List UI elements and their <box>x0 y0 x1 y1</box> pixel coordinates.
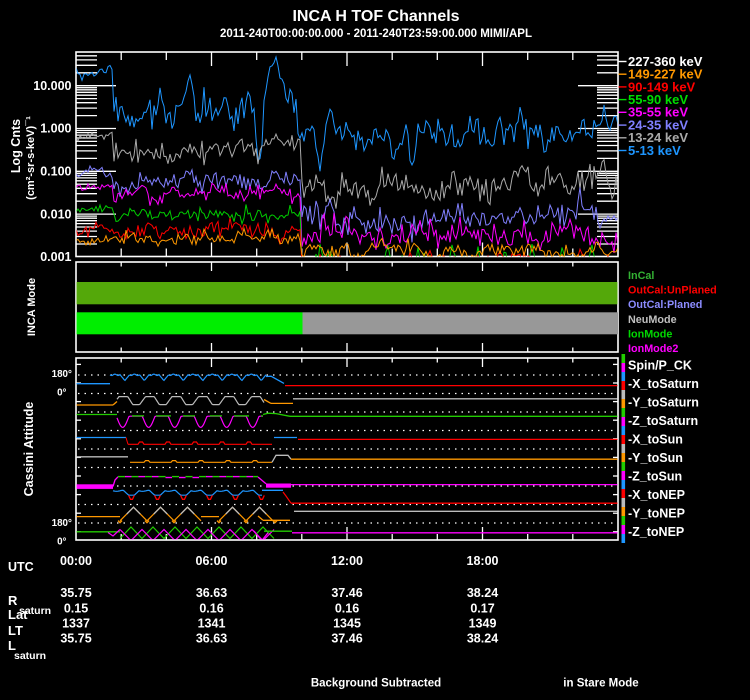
svg-text:-Y_toSun: -Y_toSun <box>628 451 683 465</box>
svg-text:-Y_toSaturn: -Y_toSaturn <box>628 395 699 409</box>
svg-text:OutCal:UnPlaned: OutCal:UnPlaned <box>628 285 717 297</box>
svg-text:0.16: 0.16 <box>199 601 223 615</box>
svg-text:1349: 1349 <box>469 616 497 630</box>
svg-text:0.010: 0.010 <box>40 207 71 221</box>
svg-text:IonMode2: IonMode2 <box>628 343 678 355</box>
svg-text:Lat: Lat <box>8 607 28 622</box>
svg-text:0.100: 0.100 <box>40 165 71 179</box>
svg-text:INCA H TOF Channels: INCA H TOF Channels <box>292 8 459 25</box>
svg-text:38.24: 38.24 <box>467 586 498 600</box>
svg-text:IonMode: IonMode <box>628 328 672 340</box>
svg-text:12:00: 12:00 <box>331 554 363 568</box>
svg-text:0.16: 0.16 <box>335 601 359 615</box>
svg-text:NeuMode: NeuMode <box>628 314 677 326</box>
svg-text:in Stare Mode: in Stare Mode <box>563 678 638 690</box>
svg-text:saturn: saturn <box>14 650 46 662</box>
svg-text:-Z_toNEP: -Z_toNEP <box>628 525 684 539</box>
svg-text:36.63: 36.63 <box>196 631 227 645</box>
svg-text:1345: 1345 <box>333 616 361 630</box>
svg-text:0.17: 0.17 <box>470 601 494 615</box>
svg-text:-Z_toSaturn: -Z_toSaturn <box>628 414 698 428</box>
svg-text:1337: 1337 <box>62 616 90 630</box>
svg-text:06:00: 06:00 <box>196 554 228 568</box>
svg-text:1341: 1341 <box>198 616 226 630</box>
svg-text:UTC: UTC <box>8 560 34 574</box>
svg-text:-Y_toNEP: -Y_toNEP <box>628 506 685 520</box>
svg-text:Cassini Attitude: Cassini Attitude <box>22 402 36 497</box>
svg-text:Background Subtracted: Background Subtracted <box>311 678 441 690</box>
svg-text:38.24: 38.24 <box>467 631 498 645</box>
svg-text:35.75: 35.75 <box>60 631 91 645</box>
svg-text:INCA Mode: INCA Mode <box>26 278 38 336</box>
svg-text:180°: 180° <box>52 369 72 380</box>
svg-text:1.000: 1.000 <box>40 122 71 136</box>
svg-text:5-13 keV: 5-13 keV <box>628 143 681 158</box>
svg-text:-X_toNEP: -X_toNEP <box>628 488 685 502</box>
svg-text:Log Cnts: Log Cnts <box>9 119 23 173</box>
svg-text:R: R <box>8 593 18 608</box>
svg-text:0°: 0° <box>57 387 66 398</box>
svg-text:(cm²-sr-s-keV)¯¹: (cm²-sr-s-keV)¯¹ <box>25 116 37 200</box>
svg-text:InCal: InCal <box>628 270 654 282</box>
svg-text:2011-240T00:00:00.000 - 2011-2: 2011-240T00:00:00.000 - 2011-240T23:59:0… <box>220 28 532 40</box>
svg-text:OutCal:Planed: OutCal:Planed <box>628 299 702 311</box>
svg-text:36.63: 36.63 <box>196 586 227 600</box>
svg-text:-Z_toSun: -Z_toSun <box>628 469 682 483</box>
svg-text:00:00: 00:00 <box>60 554 92 568</box>
svg-text:180°: 180° <box>52 518 72 529</box>
svg-text:Spin/P_CK: Spin/P_CK <box>628 358 692 372</box>
svg-text:10.000: 10.000 <box>33 79 71 93</box>
svg-text:35.75: 35.75 <box>60 586 91 600</box>
svg-text:37.46: 37.46 <box>331 631 362 645</box>
svg-text:18:00: 18:00 <box>467 554 499 568</box>
svg-text:0.001: 0.001 <box>40 250 71 264</box>
svg-text:0.15: 0.15 <box>64 601 88 615</box>
svg-text:-X_toSaturn: -X_toSaturn <box>628 377 699 391</box>
svg-text:LT: LT <box>8 623 23 638</box>
svg-text:0°: 0° <box>57 537 66 548</box>
svg-text:37.46: 37.46 <box>331 586 362 600</box>
svg-text:-X_toSun: -X_toSun <box>628 432 683 446</box>
